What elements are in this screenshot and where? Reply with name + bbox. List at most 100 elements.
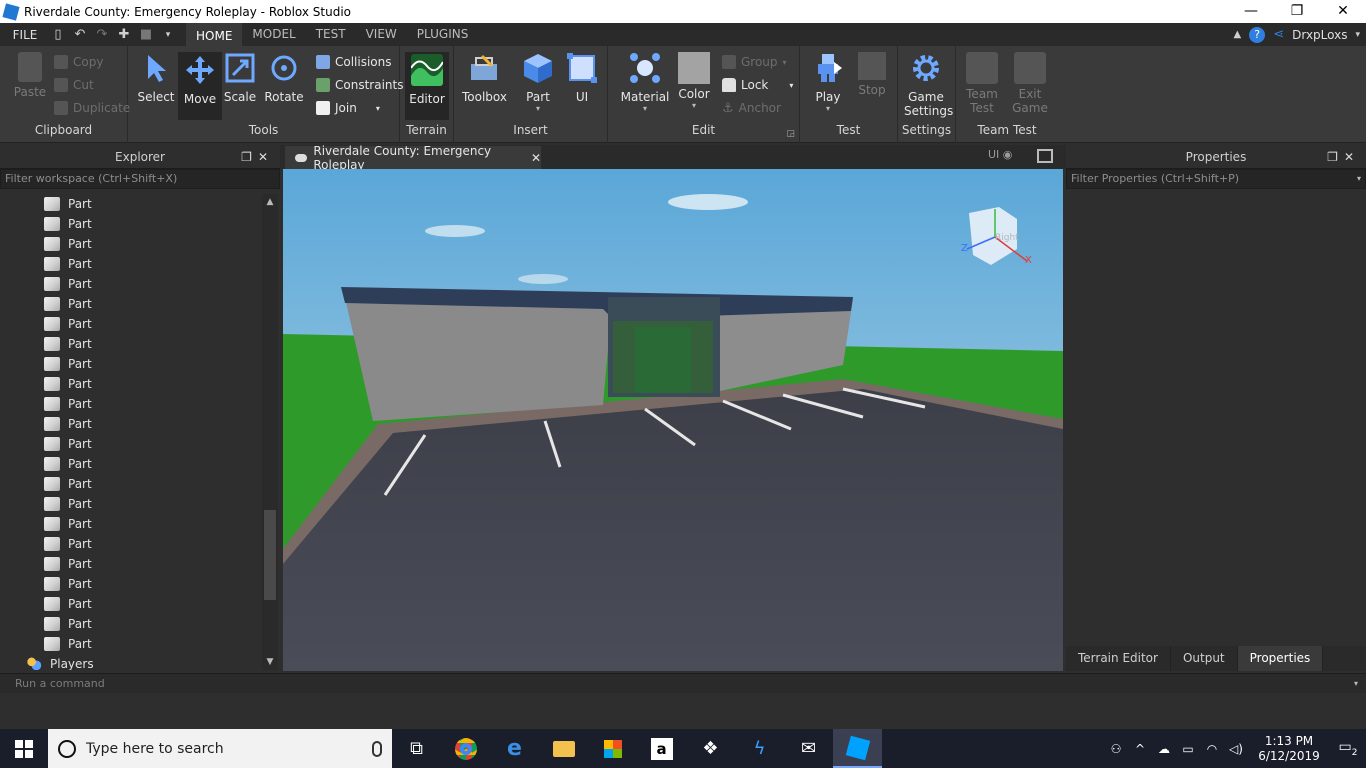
file-menu[interactable]: FILE [0,28,50,42]
properties-filter-input[interactable]: Filter Properties (Ctrl+Shift+P) ▾ [1066,169,1366,189]
tree-item-part[interactable]: Part [44,334,92,354]
edit-expand-icon[interactable]: ◲ [786,129,795,139]
fullscreen-icon[interactable] [1037,149,1053,163]
tab-terrain-editor[interactable]: Terrain Editor [1066,646,1171,671]
scroll-up-icon[interactable]: ▲ [262,194,278,210]
wifi-icon[interactable]: ◠ [1200,742,1224,756]
tree-item-part[interactable]: Part [44,214,92,234]
store-icon[interactable] [588,729,637,768]
tree-item-players[interactable]: Players [26,654,94,670]
play-dropdown-icon[interactable]: ▾ [806,104,850,113]
tree-item-part[interactable]: Part [44,254,92,274]
taskbar-search-box[interactable]: Type here to search [48,729,392,768]
explorer-float-icon[interactable]: ❐ [241,150,258,164]
rotate-button[interactable]: Rotate [262,52,306,104]
tab-plugins[interactable]: PLUGINS [407,23,479,46]
tab-home[interactable]: HOME [186,23,243,46]
explorer-scrollbar[interactable]: ▲ ▼ [262,194,278,670]
onedrive-icon[interactable]: ☁ [1152,742,1176,756]
collisions-toggle[interactable]: Collisions [316,52,392,72]
minimize-button[interactable]: — [1228,0,1274,23]
toolbox-button[interactable]: Toolbox [462,52,507,104]
tab-model[interactable]: MODEL [242,23,305,46]
tree-item-part[interactable]: Part [44,534,92,554]
show-hidden-icons-icon[interactable]: ^ [1128,742,1152,756]
material-button[interactable]: Material ▾ [620,52,670,113]
username[interactable]: DrxpLoxs [1292,28,1347,42]
tree-item-part[interactable]: Part [44,614,92,634]
duplicate-button[interactable]: Duplicate [54,98,130,118]
tree-item-part[interactable]: Part [44,314,92,334]
roblox-studio-taskbar-icon[interactable]: ϟ [735,729,784,768]
tab-test[interactable]: TEST [306,23,356,46]
task-view-icon[interactable]: ⧉ [392,729,441,768]
share-icon[interactable]: ⋖ [1273,27,1284,42]
scale-button[interactable]: Scale [218,52,262,104]
tree-item-part[interactable]: Part [44,474,92,494]
user-dropdown-icon[interactable]: ▾ [1355,30,1360,40]
ui-visibility-toggle[interactable]: UI ◉ [988,148,1012,161]
microphone-icon[interactable] [372,740,382,757]
join-dropdown-icon[interactable]: ▾ [376,104,380,113]
new-file-icon[interactable]: ▯ [50,27,66,43]
stop-button[interactable]: Stop [850,52,894,97]
tree-item-part[interactable]: Part [44,634,92,654]
tree-item-part[interactable]: Part [44,354,92,374]
edge-icon[interactable]: e [490,729,539,768]
file-explorer-icon[interactable] [539,729,588,768]
lock-button[interactable]: Lock ▾ [722,75,793,95]
ui-button[interactable]: UI [560,52,604,104]
clock[interactable]: 1:13 PM 6/12/2019 [1254,734,1324,764]
tree-item-part[interactable]: Part [44,454,92,474]
command-bar-input[interactable]: Run a command ▾ [0,673,1366,693]
paste-button[interactable]: Paste [8,52,52,99]
people-icon[interactable]: ⚇ [1104,742,1128,756]
help-icon[interactable]: ? [1249,26,1266,43]
customize-toolbar-icon[interactable]: ▾ [160,27,176,43]
group-button[interactable]: Group ▾ [722,52,787,72]
command-history-dropdown-icon[interactable]: ▾ [1354,674,1358,693]
team-test-button[interactable]: Team Test [960,52,1004,115]
scroll-thumb[interactable] [264,510,276,600]
color-dropdown-icon[interactable]: ▾ [672,101,716,110]
tab-output[interactable]: Output [1171,646,1238,671]
tree-item-part[interactable]: Part [44,234,92,254]
stop-icon[interactable]: ■ [138,27,154,43]
properties-close-icon[interactable]: ✕ [1344,150,1360,164]
explorer-filter-input[interactable]: Filter workspace (Ctrl+Shift+X) [0,169,280,189]
chrome-icon[interactable] [441,729,490,768]
tree-item-part[interactable]: Part [44,594,92,614]
tree-item-part[interactable]: Part [44,414,92,434]
undo-icon[interactable]: ↶ [72,27,88,43]
move-button[interactable]: Move [178,52,222,120]
3d-viewport[interactable]: Right Z X [283,169,1063,671]
exit-game-button[interactable]: Exit Game [1008,52,1052,115]
mail-icon[interactable]: ✉ [784,729,833,768]
tree-item-part[interactable]: Part [44,294,92,314]
publish-icon[interactable]: ✚ [116,27,132,43]
volume-icon[interactable]: ◁) [1224,742,1248,756]
tree-item-part[interactable]: Part [44,554,92,574]
redo-icon[interactable]: ↷ [94,27,110,43]
tab-properties[interactable]: Properties [1237,646,1324,671]
properties-filter-dropdown-icon[interactable]: ▾ [1357,170,1361,188]
cut-button[interactable]: Cut [54,75,94,95]
game-settings-button[interactable]: Game Settings [904,52,953,118]
color-button[interactable]: Color ▾ [672,52,716,110]
properties-float-icon[interactable]: ❐ [1327,150,1344,164]
close-button[interactable]: ✕ [1320,0,1366,23]
scroll-down-icon[interactable]: ▼ [262,654,278,670]
material-dropdown-icon[interactable]: ▾ [620,104,670,113]
join-toggle[interactable]: Join ▾ [316,98,380,118]
explorer-close-icon[interactable]: ✕ [258,150,274,164]
tree-item-part[interactable]: Part [44,274,92,294]
tab-view[interactable]: VIEW [356,23,407,46]
document-tab[interactable]: Riverdale County: Emergency Roleplay ✕ [285,144,541,172]
part-button[interactable]: Part ▾ [516,52,560,113]
collapse-ribbon-icon[interactable]: ▲ [1233,29,1241,40]
select-button[interactable]: Select [134,52,178,104]
roblox-active-window-icon[interactable] [833,729,882,768]
restore-button[interactable]: ❐ [1274,0,1320,23]
tree-item-part[interactable]: Part [44,574,92,594]
anchor-button[interactable]: ⚓ Anchor [722,98,781,118]
